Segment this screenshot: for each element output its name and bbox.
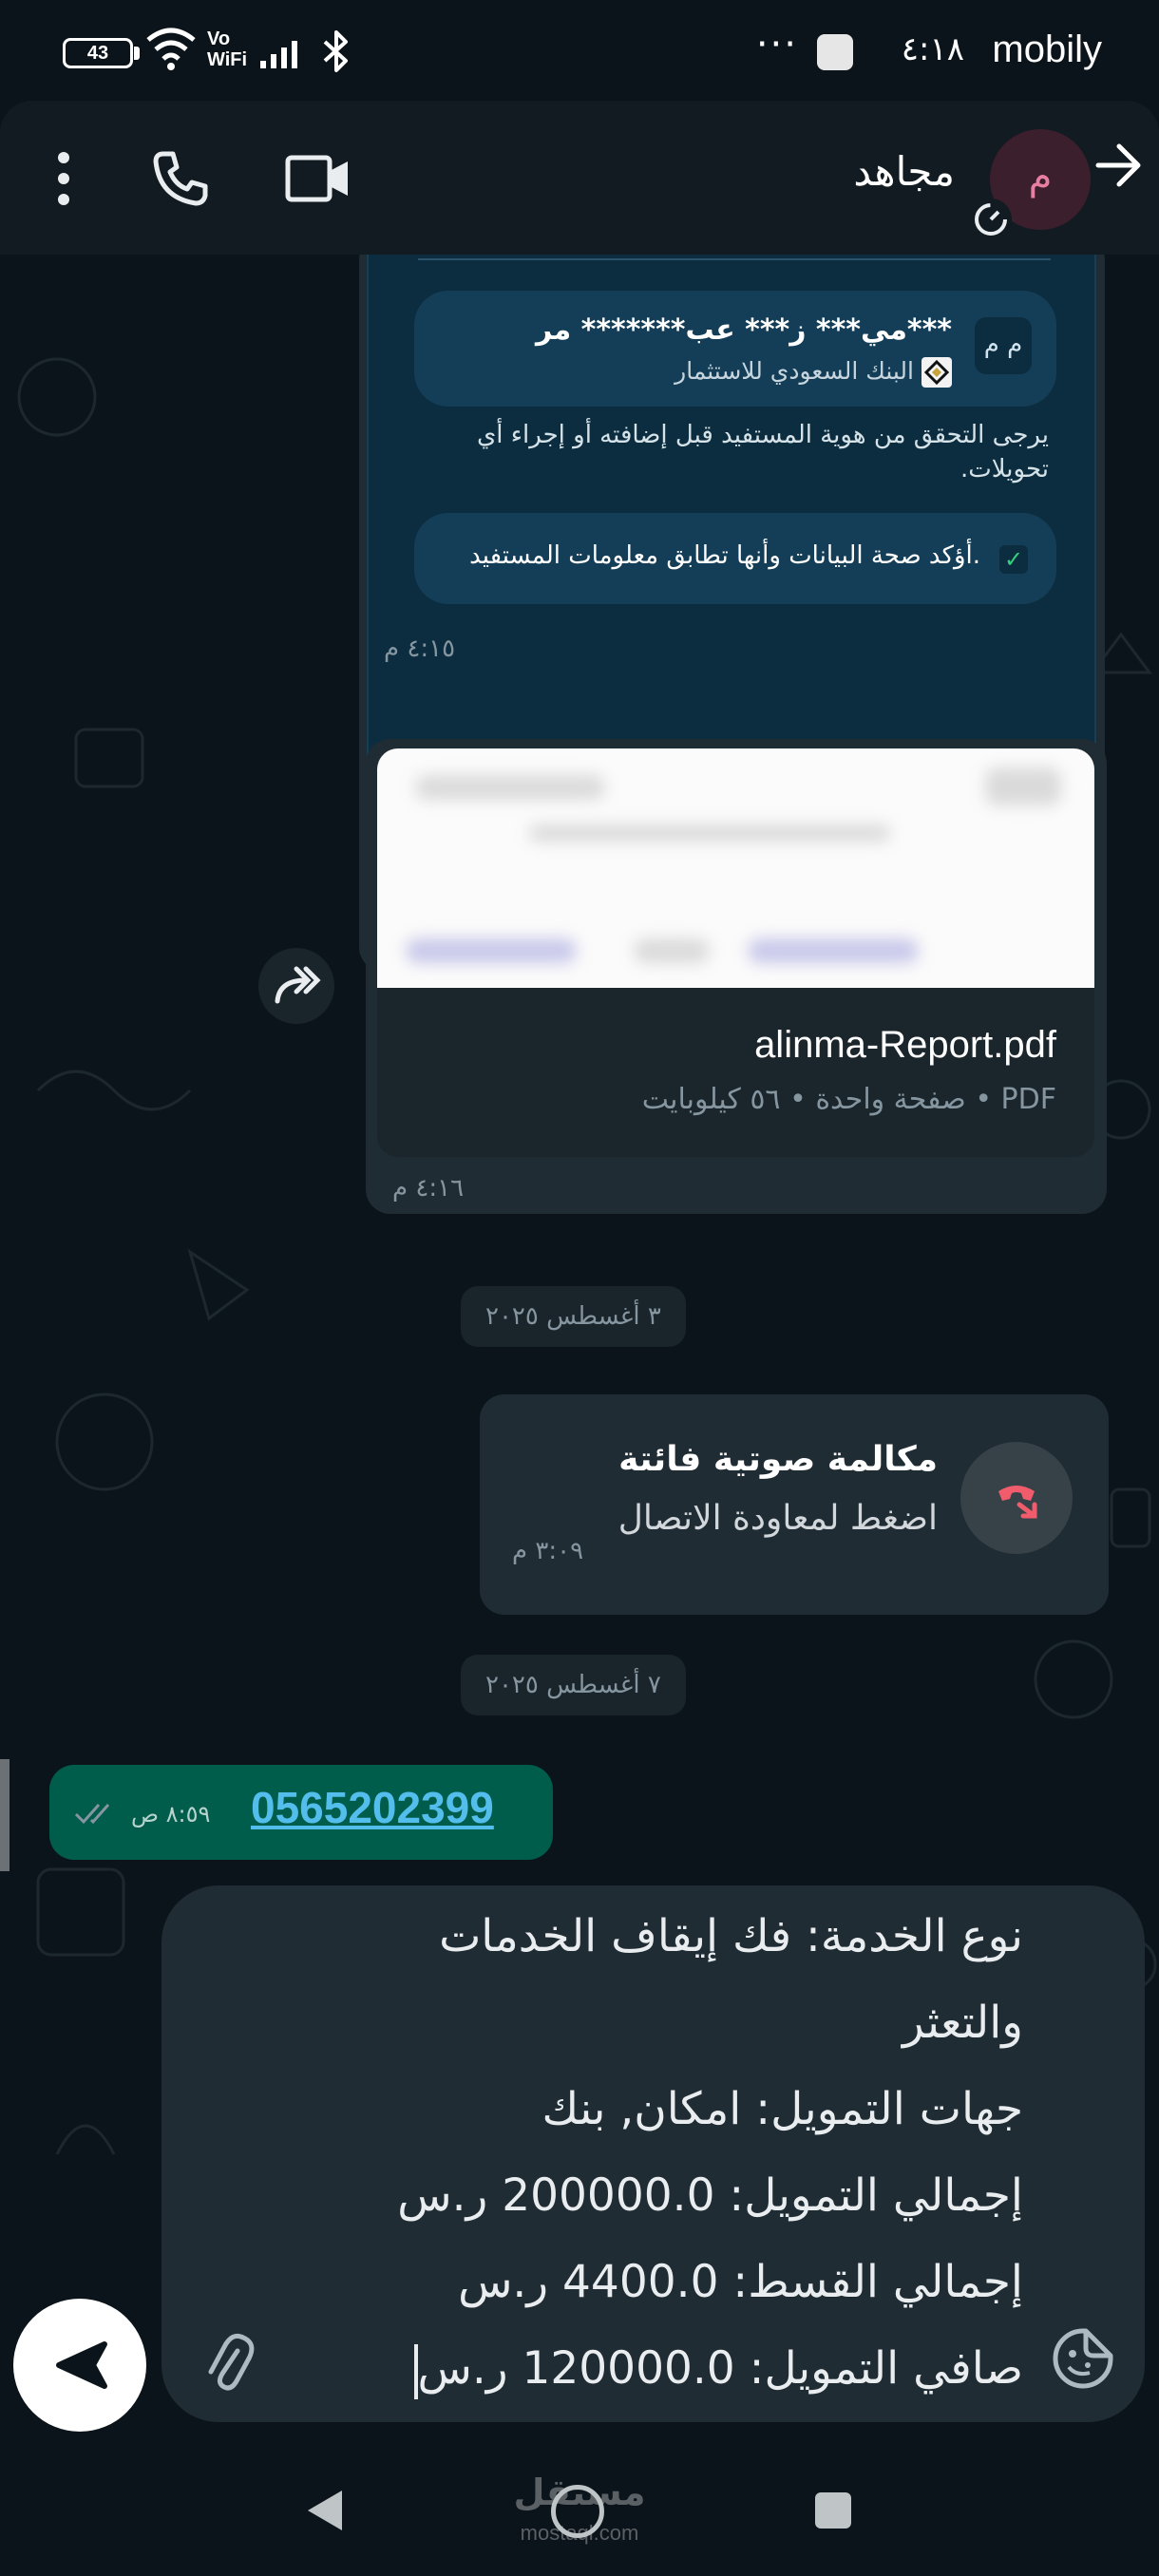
message-time: ٤:١٥ م — [384, 635, 456, 663]
notification-icon — [817, 34, 853, 70]
account-name: مي*** ز*** عب******* مر*** — [535, 313, 952, 347]
forward-icon — [275, 966, 321, 1004]
message-composer[interactable]: نوع الخدمة: فك إيقاف الخدمات والتعثر جها… — [162, 1885, 1145, 2422]
account-initials: م م — [975, 317, 1032, 374]
send-icon — [56, 2341, 107, 2389]
wifi-icon — [146, 28, 196, 70]
pdf-attachment[interactable]: alinma-Report.pdf صفحة واحدة • ٥٦ كيلوبا… — [377, 748, 1094, 1157]
more-options-icon[interactable] — [48, 150, 80, 207]
input-line-last: صافي التمويل: 120000.0 ر.س — [397, 2325, 1023, 2412]
edge-indicator — [0, 1759, 10, 1871]
attach-icon[interactable] — [201, 2332, 255, 2393]
input-line: جهات التمويل: امكان, بنك — [542, 2083, 1023, 2135]
status-time: ٤:١٨ — [901, 30, 964, 68]
contact-name[interactable]: مجاهد — [853, 148, 955, 195]
input-line: والتعثر — [902, 1997, 1023, 2049]
date-separator: ٧ أغسطس ٢٠٢٥ — [461, 1655, 686, 1715]
bank-name: البنك السعودي للاستثمار — [674, 357, 914, 385]
confirm-pill: ✓ أؤكد صحة البيانات وأنها تطابق معلومات … — [414, 513, 1056, 604]
vowifi-icon: Vo WiFi — [207, 28, 248, 70]
battery-tip — [134, 47, 140, 60]
pdf-thumbnail — [377, 748, 1094, 988]
send-button[interactable] — [13, 2299, 146, 2432]
input-line: إجمالي القسط: 4400.0 ر.س — [458, 2256, 1023, 2308]
account-pill: م م مي*** ز*** عب******* مر*** البنك الس… — [414, 291, 1056, 407]
divider — [418, 258, 1051, 260]
missed-call-icon[interactable] — [960, 1442, 1073, 1554]
missed-call-subtitle: اضغط لمعاودة الاتصال — [618, 1499, 938, 1538]
signal-icon — [260, 41, 297, 68]
pdf-file-meta: صفحة واحدة • ٥٦ كيلوبايت • PDF — [641, 1083, 1056, 1116]
nav-recents-icon[interactable] — [815, 2492, 851, 2529]
back-arrow-icon[interactable] — [1092, 139, 1146, 192]
confirm-text: أؤكد صحة البيانات وأنها تطابق معلومات ال… — [469, 541, 980, 570]
video-call-icon[interactable] — [285, 154, 352, 203]
input-line: نوع الخدمة: فك إيقاف الخدمات — [439, 1910, 1023, 1962]
outgoing-message-bubble[interactable]: ٨:٥٩ ص 0565202399 — [49, 1765, 553, 1860]
read-receipt-icon — [74, 1804, 110, 1825]
disappearing-timer-icon — [970, 199, 1012, 240]
sticker-icon[interactable] — [1052, 2327, 1114, 2390]
pdf-message-bubble[interactable]: alinma-Report.pdf صفحة واحدة • ٥٦ كيلوبا… — [366, 739, 1107, 1214]
nav-home-icon[interactable] — [551, 2485, 604, 2538]
bank-logo-icon — [922, 357, 952, 388]
status-bar: 43 Vo WiFi ··· ٤:١٨ mobily — [0, 0, 1159, 104]
status-overflow-icon: ··· — [755, 23, 798, 66]
carrier-name: mobily — [992, 28, 1102, 70]
pdf-file-name: alinma-Report.pdf — [754, 1024, 1056, 1066]
battery-icon: 43 — [63, 38, 133, 68]
message-time: ٣:٠٩ م — [512, 1537, 584, 1565]
verify-note: يرجى التحقق من هوية المستفيد قبل إضافته … — [476, 421, 1049, 483]
nav-back-icon[interactable] — [304, 2487, 346, 2534]
bluetooth-icon — [323, 30, 348, 72]
input-line: إجمالي التمويل: 200000.0 ر.س — [397, 2169, 1023, 2222]
message-time: ٨:٥٩ ص — [131, 1801, 211, 1828]
system-nav-bar: مستقل mostaql.com — [0, 2439, 1159, 2576]
missed-call-title: مكالمة صوتية فائتة — [618, 1440, 938, 1479]
message-time: ٤:١٦ م — [392, 1174, 465, 1203]
voice-call-icon[interactable] — [150, 148, 211, 209]
phone-number-link[interactable]: 0565202399 — [251, 1782, 494, 1833]
missed-call-bubble[interactable]: مكالمة صوتية فائتة اضغط لمعاودة الاتصال … — [480, 1394, 1109, 1615]
message-input[interactable]: نوع الخدمة: فك إيقاف الخدمات والتعثر جها… — [397, 1893, 1023, 2412]
date-separator: ٣ أغسطس ٢٠٢٥ — [461, 1286, 686, 1347]
check-icon: ✓ — [999, 545, 1028, 574]
chat-header: مجاهد م — [0, 101, 1159, 255]
forward-button[interactable] — [258, 948, 334, 1024]
